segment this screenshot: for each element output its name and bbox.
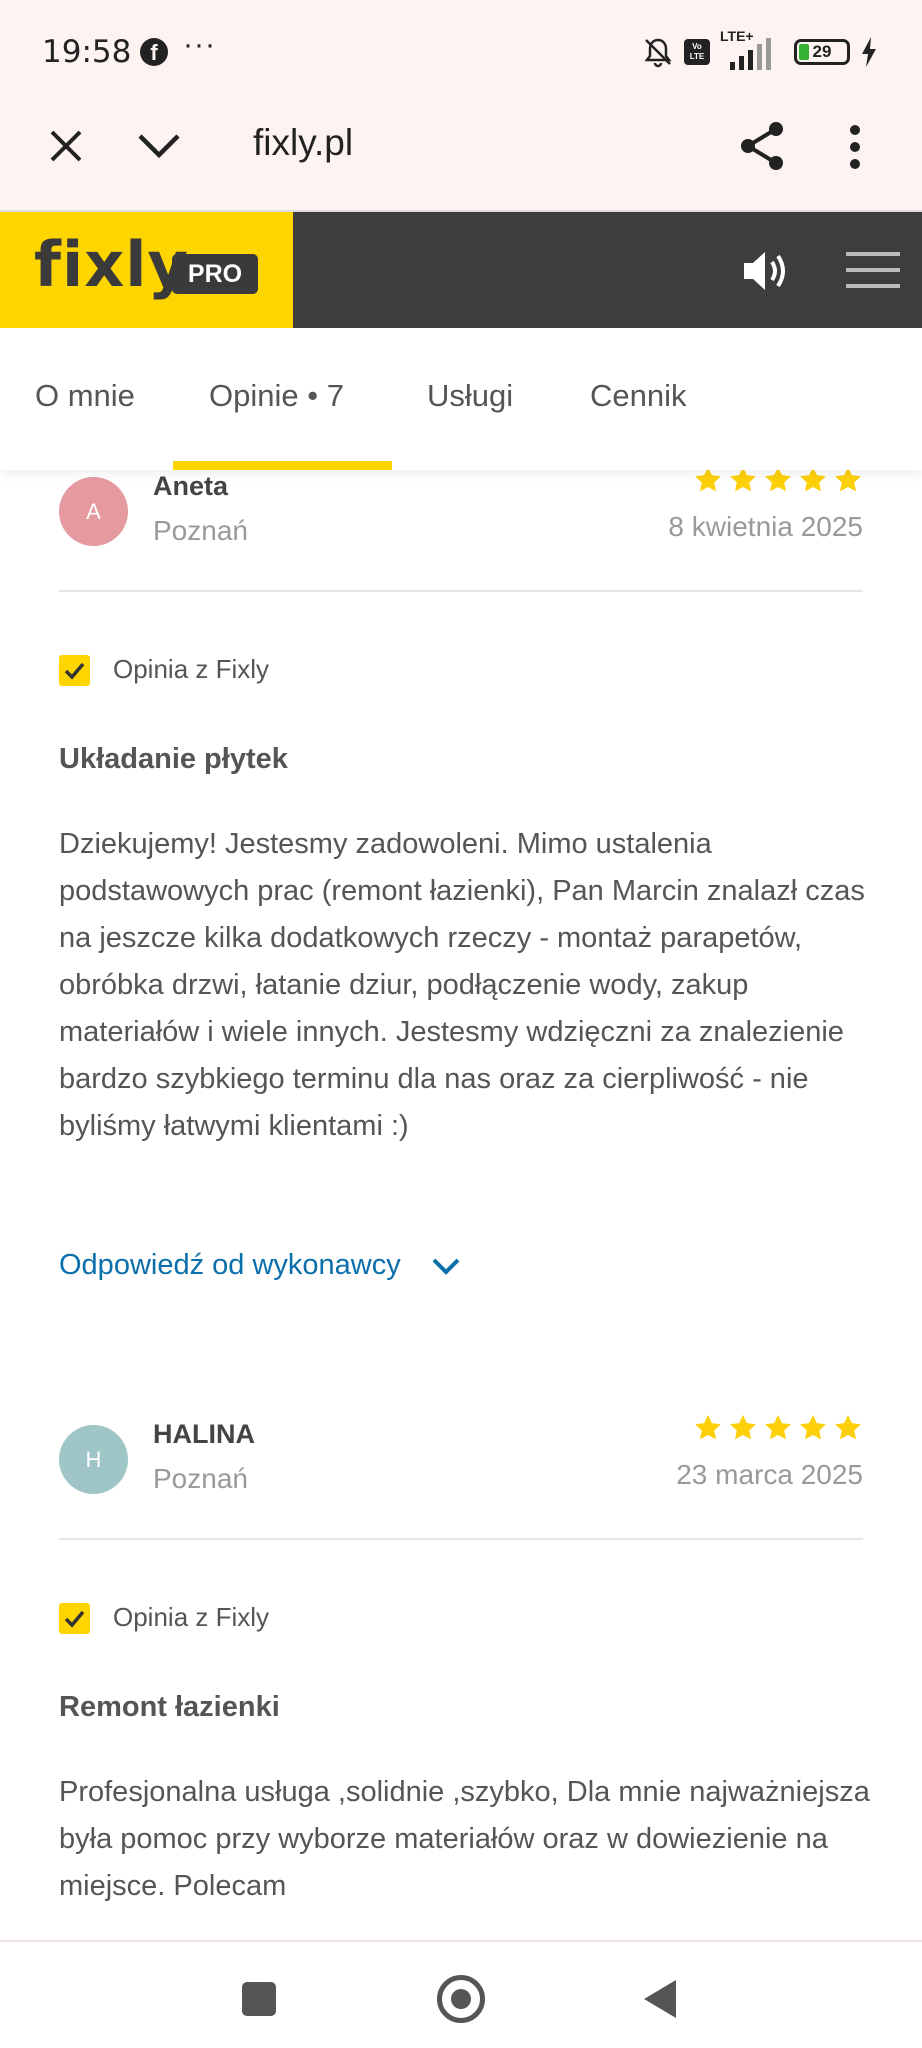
divider — [59, 1538, 863, 1540]
charging-icon — [862, 37, 876, 67]
review-date: 8 kwietnia 2025 — [668, 511, 863, 542]
reviewer-name: HALINA — [153, 1419, 255, 1449]
pro-badge: PRO — [172, 254, 258, 294]
signal-icon: LTE+ — [720, 28, 784, 72]
verified-checkbox — [59, 655, 90, 686]
battery-level: 29 — [812, 42, 832, 61]
star-icon — [765, 1414, 791, 1440]
star-icon — [800, 1414, 826, 1440]
star-icon — [695, 1414, 721, 1440]
url-text[interactable]: fixly.pl — [253, 122, 353, 164]
verified-label: Opinia z Fixly — [113, 1602, 270, 1632]
chevron-down-icon — [432, 1258, 460, 1275]
review-date: 23 marca 2025 — [676, 1459, 863, 1490]
contractor-reply-toggle[interactable]: Odpowiedź od wykonawcy — [59, 1249, 461, 1282]
star-icon — [835, 1414, 861, 1440]
battery-icon: 29 — [794, 39, 850, 65]
recent-apps-button[interactable] — [242, 1982, 276, 2016]
speaker-icon[interactable] — [740, 248, 790, 294]
logo-text: fixly — [34, 228, 189, 301]
site-header: fixly PRO — [0, 212, 922, 328]
browser-toolbar: fixly.pl — [0, 100, 922, 212]
reviewer-name: Aneta — [153, 471, 229, 501]
chevron-down-icon[interactable] — [136, 130, 182, 162]
reviewer-city: Poznań — [153, 515, 248, 546]
status-icons: Vo LTE LTE+ 29 — [642, 28, 878, 72]
home-button[interactable] — [437, 1975, 485, 2023]
avatar: H — [59, 1425, 128, 1494]
avatar: A — [59, 477, 128, 546]
reviewer-city: Poznań — [153, 1463, 248, 1494]
check-icon — [64, 1610, 85, 1628]
verified-checkbox — [59, 1603, 90, 1634]
tab-pricing[interactable]: Cennik — [590, 378, 687, 414]
muted-bell-icon — [644, 38, 672, 68]
share-icon[interactable] — [738, 120, 786, 172]
tab-services[interactable]: Usługi — [427, 378, 513, 414]
profile-tabs: O mnie Opinie • 7 Usługi Cennik — [0, 328, 922, 470]
more-notifications-icon: ··· — [183, 28, 216, 61]
fixly-logo[interactable]: fixly PRO — [0, 212, 293, 328]
star-icon — [730, 1414, 756, 1440]
status-time: 19:58 — [42, 34, 132, 70]
status-bar: 19:58 f ··· Vo LTE LTE+ 29 — [0, 0, 922, 100]
close-icon[interactable] — [46, 126, 86, 166]
facebook-notification-icon: f — [140, 38, 168, 66]
review-title: Remont łazienki — [59, 1691, 280, 1723]
system-navigation-bar — [0, 1940, 922, 2048]
star-rating — [693, 1413, 863, 1443]
verified-label: Opinia z Fixly — [113, 654, 270, 684]
reply-link-label: Odpowiedź od wykonawcy — [59, 1249, 401, 1281]
review-text: Dziekujemy! Jestesmy zadowoleni. Mimo us… — [59, 828, 865, 1142]
active-tab-indicator — [173, 461, 392, 470]
review-text: Profesjonalna usługa ,solidnie ,szybko, … — [59, 1776, 870, 1902]
volte-icon: Vo LTE — [684, 39, 710, 65]
volte-label: Vo LTE — [689, 42, 705, 61]
overflow-menu-icon[interactable] — [848, 124, 862, 170]
divider — [59, 590, 863, 592]
back-button[interactable] — [640, 1976, 680, 2022]
check-icon — [64, 662, 85, 680]
hamburger-menu-icon[interactable] — [846, 248, 900, 292]
tab-about[interactable]: O mnie — [35, 378, 135, 414]
tab-reviews[interactable]: Opinie • 7 — [209, 378, 344, 414]
review-title: Układanie płytek — [59, 743, 288, 775]
